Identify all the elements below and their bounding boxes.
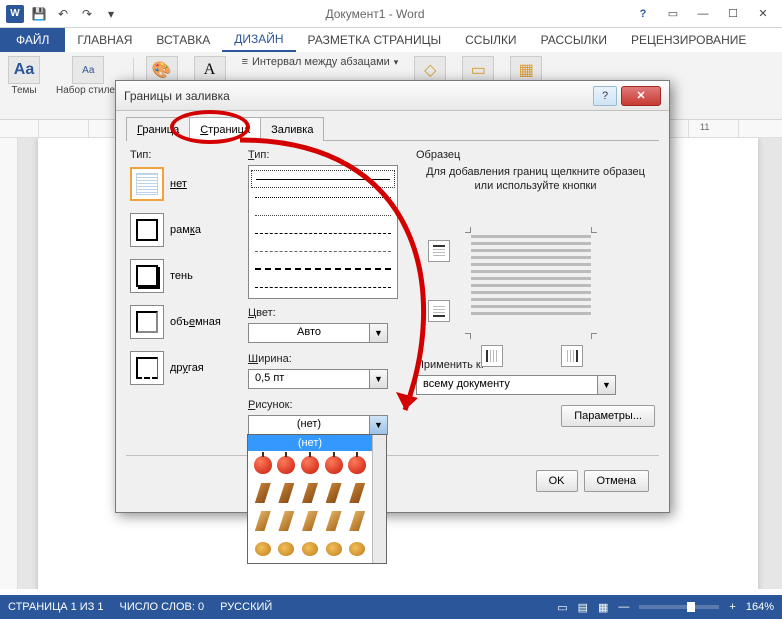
paragraph-spacing-icon: ≡ [242, 56, 248, 68]
zoom-out-icon[interactable]: — [618, 601, 629, 613]
help-icon[interactable]: ? [628, 3, 658, 25]
themes-label: Темы [11, 85, 36, 96]
tab-home[interactable]: ГЛАВНАЯ [65, 28, 144, 52]
edge-left-button[interactable] [481, 345, 503, 367]
tab-references[interactable]: ССЫЛКИ [453, 28, 528, 52]
status-word-count[interactable]: ЧИСЛО СЛОВ: 0 [120, 601, 205, 613]
zoom-in-icon[interactable]: + [729, 601, 735, 613]
setting-custom-label: другая [170, 362, 204, 374]
tab-mailings[interactable]: РАССЫЛКИ [529, 28, 619, 52]
tab-page-layout[interactable]: РАЗМЕТКА СТРАНИЦЫ [296, 28, 454, 52]
themes-group[interactable]: Aa Темы [4, 54, 44, 117]
tab-insert[interactable]: ВСТАВКА [144, 28, 222, 52]
window-title: Документ1 - Word [122, 7, 628, 21]
ok-button[interactable]: OK [536, 470, 578, 492]
setting-custom-icon [130, 351, 164, 385]
minimize-icon[interactable]: — [688, 3, 718, 25]
chevron-down-icon: ▼ [597, 376, 615, 394]
setting-3d-icon [130, 305, 164, 339]
ribbon-collapse-icon[interactable]: ▭ [658, 3, 688, 25]
dialog-help-icon[interactable]: ? [593, 86, 617, 106]
redo-icon[interactable]: ↷ [76, 3, 98, 25]
status-language[interactable]: РУССКИЙ [220, 601, 272, 613]
art-dropdown-scrollbar[interactable] [372, 435, 386, 563]
paragraph-spacing-button[interactable]: ≡ Интервал между абзацами ▾ [238, 54, 403, 70]
paragraph-spacing-label: Интервал между абзацами [252, 56, 390, 68]
setting-shadow-label: тень [170, 270, 193, 282]
setting-box-label: рамка [170, 224, 201, 236]
edge-right-button[interactable] [561, 345, 583, 367]
cancel-button[interactable]: Отмена [584, 470, 649, 492]
status-page[interactable]: СТРАНИЦА 1 ИЗ 1 [8, 601, 104, 613]
dialog-title: Границы и заливка [124, 89, 593, 103]
dialog-button-row: OK Отмена [126, 462, 659, 502]
quick-access-toolbar: W 💾 ↶ ↷ ▾ [4, 3, 122, 25]
setting-box-icon [130, 213, 164, 247]
save-icon[interactable]: 💾 [28, 3, 50, 25]
word-app-icon: W [4, 3, 26, 25]
art-dropdown: (нет) [247, 434, 387, 564]
undo-icon[interactable]: ↶ [52, 3, 74, 25]
tab-file[interactable]: ФАЙЛ [0, 28, 65, 52]
dialog-titlebar[interactable]: Границы и заливка ? ✕ [116, 81, 669, 111]
zoom-slider[interactable] [639, 605, 719, 609]
themes-icon: Aa [8, 56, 40, 84]
tab-review[interactable]: РЕЦЕНЗИРОВАНИЕ [619, 28, 758, 52]
ribbon-tab-strip: ФАЙЛ ГЛАВНАЯ ВСТАВКА ДИЗАЙН РАЗМЕТКА СТР… [0, 28, 782, 52]
art-option-stripes[interactable] [248, 479, 372, 507]
maximize-icon[interactable]: ☐ [718, 3, 748, 25]
art-option-apples[interactable] [248, 451, 372, 479]
style-set-group[interactable]: Aa Набор стилей [52, 54, 125, 117]
close-window-icon[interactable]: ✕ [748, 3, 778, 25]
chevron-down-icon: ▾ [394, 57, 399, 68]
qat-customize-icon[interactable]: ▾ [100, 3, 122, 25]
options-button[interactable]: Параметры... [561, 405, 655, 427]
preview-page[interactable] [471, 233, 591, 333]
view-web-icon[interactable]: ▦ [598, 601, 608, 614]
setting-none-icon [130, 167, 164, 201]
style-set-icon: Aa [72, 56, 104, 84]
style-set-label: Набор стилей [56, 85, 121, 96]
view-read-icon[interactable]: ▭ [557, 601, 567, 614]
ruler-mark: 11 [700, 122, 709, 132]
dialog-tab-border[interactable]: Граница [126, 117, 190, 141]
vertical-ruler[interactable] [0, 138, 18, 589]
title-bar: W 💾 ↶ ↷ ▾ Документ1 - Word ? ▭ — ☐ ✕ [0, 0, 782, 28]
window-controls: ? ▭ — ☐ ✕ [628, 3, 778, 25]
tab-design[interactable]: ДИЗАЙН [222, 28, 295, 52]
art-option-blobs[interactable] [248, 535, 372, 563]
annotation-arrow [200, 120, 480, 440]
status-bar: СТРАНИЦА 1 ИЗ 1 ЧИСЛО СЛОВ: 0 РУССКИЙ ▭ … [0, 595, 782, 619]
art-option-fans[interactable] [248, 507, 372, 535]
setting-shadow-icon [130, 259, 164, 293]
dialog-close-icon[interactable]: ✕ [621, 86, 661, 106]
setting-none-label: нет [170, 178, 187, 190]
zoom-level[interactable]: 164% [746, 601, 774, 613]
view-print-icon[interactable]: ▤ [578, 601, 588, 614]
